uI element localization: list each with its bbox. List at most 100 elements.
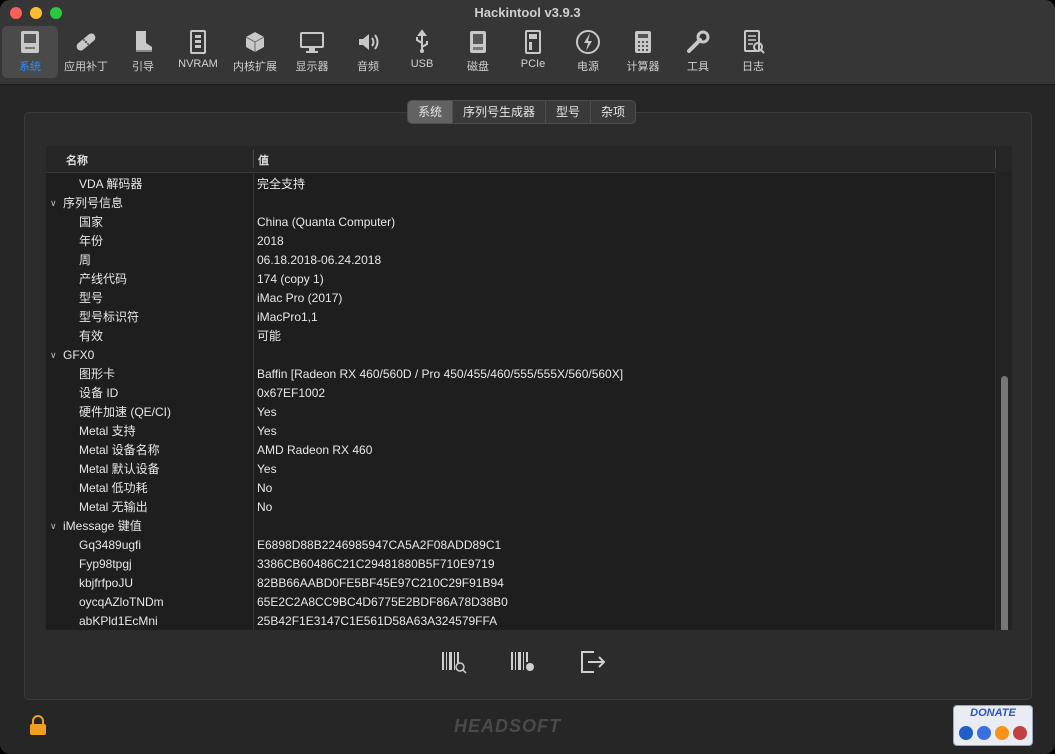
row-name: 序列号信息	[63, 196, 124, 210]
log-icon	[744, 30, 765, 54]
table-row[interactable]: 型号标识符 iMacPro1,1	[46, 308, 996, 327]
toolbar-label: PCIe	[520, 58, 546, 70]
table-group-row[interactable]: ∨ iMessage 键值	[46, 517, 996, 536]
barcode-apple-button[interactable]	[508, 648, 538, 676]
toolbar-label: 音频	[357, 61, 379, 73]
table-row[interactable]: Fyp98tpgj 3386CB60486C21C29481880B5F710E9…	[46, 555, 996, 574]
table-header: 名称 值	[46, 146, 1012, 173]
ethereum-icon	[977, 726, 991, 740]
toolbar-item-boot[interactable]: 引导	[115, 26, 171, 78]
row-value: No	[257, 500, 273, 514]
row-name: 国家	[79, 215, 104, 229]
toolbar-item-patch[interactable]: 应用补丁	[58, 26, 114, 78]
column-header-value[interactable]: 值	[258, 152, 269, 168]
table-row[interactable]: 设备 ID 0x67EF1002	[46, 384, 996, 403]
table-row[interactable]: Gq3489ugfi E6898D88B2246985947CA5A2F08ADD…	[46, 536, 996, 555]
table-row[interactable]: 产线代码 174 (copy 1)	[46, 270, 996, 289]
tab-model[interactable]: 型号	[546, 101, 592, 123]
toolbar-item-log[interactable]: 日志	[725, 26, 781, 78]
table-row[interactable]: Metal 默认设备 Yes	[46, 460, 996, 479]
row-name: kbjfrfpoJU	[79, 576, 134, 590]
barcode-search-button[interactable]	[439, 648, 469, 676]
table-row[interactable]: 型号 iMac Pro (2017)	[46, 289, 996, 308]
donate-button[interactable]: DONATE	[953, 705, 1033, 746]
bandage-icon	[76, 33, 96, 51]
system-info-table: 名称 值 VDA 解码器 完全支持 ∨ 序列号信息 国家 China (Quanta Co…	[46, 146, 1012, 630]
column-separator[interactable]	[995, 150, 996, 168]
table-row[interactable]: Metal 支持 Yes	[46, 422, 996, 441]
kext-icon	[245, 32, 265, 52]
column-header-name[interactable]: 名称	[66, 152, 88, 168]
row-value: 174 (copy 1)	[257, 272, 324, 286]
table-row[interactable]: 图形卡 Baffin [Radeon RX 460/560D / Pro 450/…	[46, 365, 996, 384]
mac-icon	[21, 31, 39, 53]
table-group-row[interactable]: ∨ GFX0	[46, 346, 996, 365]
row-value: Yes	[257, 424, 277, 438]
row-name: 型号	[79, 291, 104, 305]
row-name: 有效	[79, 329, 104, 343]
row-value: Yes	[257, 462, 277, 476]
disclosure-chevron-icon[interactable]: ∨	[50, 517, 57, 536]
table-row[interactable]: 硬件加速 (QE/CI) Yes	[46, 403, 996, 422]
table-group-row[interactable]: ∨ 序列号信息	[46, 194, 996, 213]
disclosure-chevron-icon[interactable]: ∨	[50, 194, 57, 213]
toolbar-item-disk[interactable]: 磁盘	[450, 26, 506, 78]
table-row[interactable]: oycqAZloTNDm 65E2C2A8CC9BC4D6775E2BDF86A7…	[46, 593, 996, 612]
row-name: Fyp98tpgj	[79, 557, 132, 571]
pcie-icon	[525, 30, 541, 54]
toolbar-item-nvram[interactable]: NVRAM	[170, 26, 226, 78]
toolbar-item-pcie[interactable]: PCIe	[505, 26, 561, 78]
barcode-apple-icon	[511, 652, 534, 671]
tab-system[interactable]: 系统	[408, 101, 454, 123]
tab-serial-generator[interactable]: 序列号生成器	[453, 101, 547, 123]
toolbar-item-system[interactable]: 系统	[2, 26, 58, 78]
row-value: 82BB66AABD0FE5BF45E97C210C29F91B94	[257, 576, 504, 590]
usb-icon	[416, 29, 428, 53]
table-row[interactable]: Metal 设备名称 AMD Radeon RX 460	[46, 441, 996, 460]
row-name: abKPld1EcMni	[79, 614, 158, 628]
toolbar-item-power[interactable]: 电源	[560, 26, 616, 78]
lock-button[interactable]	[28, 714, 48, 736]
toolbar-item-audio[interactable]: 音频	[340, 26, 396, 78]
toolbar-label: 日志	[742, 61, 764, 73]
tab-misc[interactable]: 杂项	[591, 101, 635, 123]
table-row[interactable]: abKPld1EcMni 25B42F1E3147C1E561D58A63A324…	[46, 612, 996, 630]
nvram-icon	[190, 30, 206, 54]
toolbar-item-tools[interactable]: 工具	[670, 26, 726, 78]
table-row[interactable]: Metal 无输出 No	[46, 498, 996, 517]
row-name: 设备 ID	[79, 386, 119, 400]
toolbar-label: 工具	[687, 61, 709, 73]
row-name: Metal 无输出	[79, 500, 148, 514]
table-row[interactable]: kbjfrfpoJU 82BB66AABD0FE5BF45E97C210C29F9…	[46, 574, 996, 593]
row-value: China (Quanta Computer)	[257, 215, 396, 229]
table-row[interactable]: Metal 低功耗 No	[46, 479, 996, 498]
donate-label: DONATE	[970, 707, 1016, 719]
disclosure-chevron-icon[interactable]: ∨	[50, 346, 57, 365]
power-icon	[576, 30, 600, 54]
row-name: GFX0	[63, 348, 95, 362]
audio-icon	[359, 34, 379, 50]
toolbar-item-usb[interactable]: USB	[394, 26, 450, 78]
row-name: 产线代码	[79, 272, 128, 286]
table-row[interactable]: 年份 2018	[46, 232, 996, 251]
row-value: E6898D88B2246985947CA5A2F08ADD89C1	[257, 538, 502, 552]
toolbar-item-kext[interactable]: 内核扩展	[227, 26, 283, 78]
vertical-scrollbar[interactable]	[995, 172, 1012, 630]
export-button[interactable]	[578, 648, 608, 676]
scrollbar-thumb[interactable]	[1001, 376, 1008, 630]
table-row[interactable]: 有效 可能	[46, 327, 996, 346]
row-value: 可能	[257, 329, 282, 343]
table-row[interactable]: VDA 解码器 完全支持	[46, 175, 996, 194]
export-icon	[581, 651, 606, 673]
table-row[interactable]: 周 06.18.2018-06.24.2018	[46, 251, 996, 270]
row-name: 型号标识符	[79, 310, 140, 324]
row-value: No	[257, 481, 273, 495]
lock-icon	[30, 715, 46, 735]
toolbar-label: 显示器	[295, 61, 329, 73]
table-row[interactable]: 国家 China (Quanta Computer)	[46, 213, 996, 232]
row-value: 3386CB60486C21C29481880B5F710E9719	[257, 557, 495, 571]
toolbar-item-calculator[interactable]: 计算器	[615, 26, 671, 78]
row-name: Metal 设备名称	[79, 443, 160, 457]
column-separator[interactable]	[253, 150, 254, 168]
toolbar-item-display[interactable]: 显示器	[284, 26, 340, 78]
